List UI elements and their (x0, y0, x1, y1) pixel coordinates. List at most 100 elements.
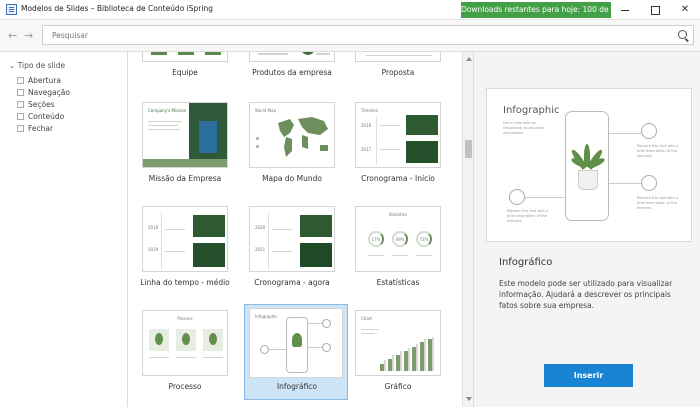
world-map-graphic (278, 117, 328, 157)
template-card-cronograma-inicio[interactable]: Timeline 2016 2017 Cronograma - Início (346, 98, 450, 194)
timeline-year: 2020 (255, 225, 266, 230)
template-label: Equipe (172, 68, 198, 77)
timeline-year: 2016 (361, 123, 372, 128)
chevron-down-icon: ⌄ (9, 61, 16, 70)
template-thumbnail: Process (142, 310, 228, 376)
template-card-mapa-do-mundo[interactable]: World Map Mapa do Mundo (240, 98, 344, 194)
template-thumbnail (142, 52, 228, 62)
timeline-year: 2017 (361, 147, 372, 152)
title-bar: Modelos de Slides – Biblioteca de Conteú… (0, 0, 700, 20)
slide-type-filter-header[interactable]: ⌄ Tipo de slide (9, 61, 65, 70)
template-card-equipe[interactable]: Equipe (133, 52, 237, 88)
search-input[interactable] (42, 25, 694, 45)
template-thumbnail: World Map (249, 102, 335, 168)
thumb-title: Company's Mission (148, 108, 187, 113)
template-thumbnail: Infographic (249, 308, 343, 378)
preview-callout-text: Replace this text with a brief descripti… (637, 144, 679, 158)
money-icon (509, 189, 525, 205)
preview-callout-text: Replace this text with a brief descripti… (507, 209, 549, 223)
template-gallery: Equipe Produtos da empresa Proposta Comp… (128, 52, 462, 407)
template-label: Processo (168, 382, 202, 391)
insert-button[interactable]: Inserir (544, 364, 633, 387)
thumb-title: Statistics (388, 212, 408, 217)
lightbulb-icon (641, 123, 657, 139)
template-thumbnail (355, 52, 441, 62)
plant-pot (578, 170, 598, 190)
maximize-button[interactable] (640, 0, 670, 20)
template-label: Proposta (381, 68, 415, 77)
chart-bar-shadow (424, 339, 426, 371)
filter-item-label: Seções (28, 100, 55, 109)
template-label: Linha do tempo - médio (140, 278, 230, 287)
stat-percent: 72% (419, 237, 429, 242)
filter-item-secoes[interactable]: Seções (17, 100, 55, 110)
template-card-cronograma-agora[interactable]: 2020 2021 Cronograma - agora (240, 202, 344, 298)
search-icon[interactable] (678, 30, 687, 39)
gallery-scrollbar[interactable] (462, 52, 474, 407)
template-card-processo[interactable]: Process Processo (133, 306, 237, 402)
filter-sidebar: ⌄ Tipo de slide Abertura Navegação Seçõe… (0, 52, 128, 407)
template-label: Mapa do Mundo (262, 174, 322, 183)
close-button[interactable]: ✕ (670, 0, 700, 20)
filter-checkbox[interactable] (17, 125, 24, 132)
filter-item-navegacao[interactable]: Navegação (17, 88, 70, 98)
template-label: Gráfico (384, 382, 412, 391)
template-label: Cronograma - agora (254, 278, 330, 287)
preview-slide-image: Infographic Use a slide with an infograp… (486, 88, 692, 242)
preview-description: Este modelo pode ser utilizado para visu… (499, 279, 673, 310)
scroll-down-arrow-icon[interactable] (466, 397, 472, 401)
template-thumbnail: 2018 2019 (142, 206, 228, 272)
scrollbar-thumb[interactable] (465, 140, 472, 158)
template-card-estatisticas[interactable]: Statistics 17% 49% 72% Estatísticas (346, 202, 450, 298)
back-arrow-icon[interactable]: ← (8, 29, 17, 42)
phone-mockup (565, 111, 609, 221)
timeline-year: 2018 (148, 225, 159, 230)
filter-checkbox[interactable] (17, 113, 24, 120)
filter-checkbox[interactable] (17, 101, 24, 108)
chart-bar-shadow (432, 337, 434, 371)
filter-header-label: Tipo de slide (17, 61, 66, 70)
filter-checkbox[interactable] (17, 77, 24, 84)
thumb-title: Timeline (361, 108, 379, 113)
timeline-year: 2021 (255, 247, 266, 252)
stopwatch-icon (641, 175, 657, 191)
filter-item-label: Fechar (28, 124, 54, 133)
template-card-linha-do-tempo-medio[interactable]: 2018 2019 Linha do tempo - médio (133, 202, 237, 298)
minimize-button[interactable] (610, 0, 640, 20)
filter-item-label: Abertura (28, 76, 61, 85)
filter-item-label: Navegação (28, 88, 70, 97)
preview-callout-text: Replace this text with a brief descripti… (637, 196, 679, 210)
template-thumbnail: 2020 2021 (249, 206, 335, 272)
filter-checkbox[interactable] (17, 89, 24, 96)
filter-item-fechar[interactable]: Fechar (17, 124, 53, 134)
chart-bar-shadow (408, 348, 410, 371)
door-image (199, 121, 217, 153)
search-toolbar: ← → (0, 20, 700, 52)
scroll-up-arrow-icon[interactable] (466, 57, 472, 61)
filter-item-abertura[interactable]: Abertura (17, 76, 61, 86)
thumb-title: Process (177, 316, 193, 321)
template-card-missao-da-empresa[interactable]: Company's Mission Missão da Empresa (133, 98, 237, 194)
template-card-grafico[interactable]: Chart Gráfico (346, 306, 450, 402)
thumb-title: Infographic (255, 314, 278, 319)
template-label: Infográfico (276, 382, 318, 391)
template-label: Missão da Empresa (148, 174, 222, 183)
preview-slide-intro: Use a slide with an infographic to visua… (503, 121, 544, 135)
stat-percent: 17% (371, 237, 381, 242)
forward-arrow-icon[interactable]: → (24, 29, 33, 42)
filter-item-label: Conteúdo (28, 112, 65, 121)
template-thumbnail: Company's Mission (142, 102, 228, 168)
stat-percent: 49% (395, 237, 405, 242)
template-label: Cronograma - Início (361, 174, 435, 183)
chart-bar-shadow (384, 360, 386, 371)
filter-item-conteudo[interactable]: Conteúdo (17, 112, 64, 122)
ispring-app-icon (6, 4, 17, 15)
template-card-produtos-da-empresa[interactable]: Produtos da empresa (240, 52, 344, 88)
preview-slide-title: Infographic (503, 105, 560, 116)
template-thumbnail: Chart (355, 310, 441, 376)
template-card-proposta[interactable]: Proposta (346, 52, 450, 88)
preview-pane: Infographic Use a slide with an infograp… (474, 52, 700, 407)
template-card-infografico[interactable]: Infographic Infográfico (244, 304, 348, 400)
thumb-title: Chart (361, 316, 372, 321)
chart-bar-shadow (400, 351, 402, 371)
